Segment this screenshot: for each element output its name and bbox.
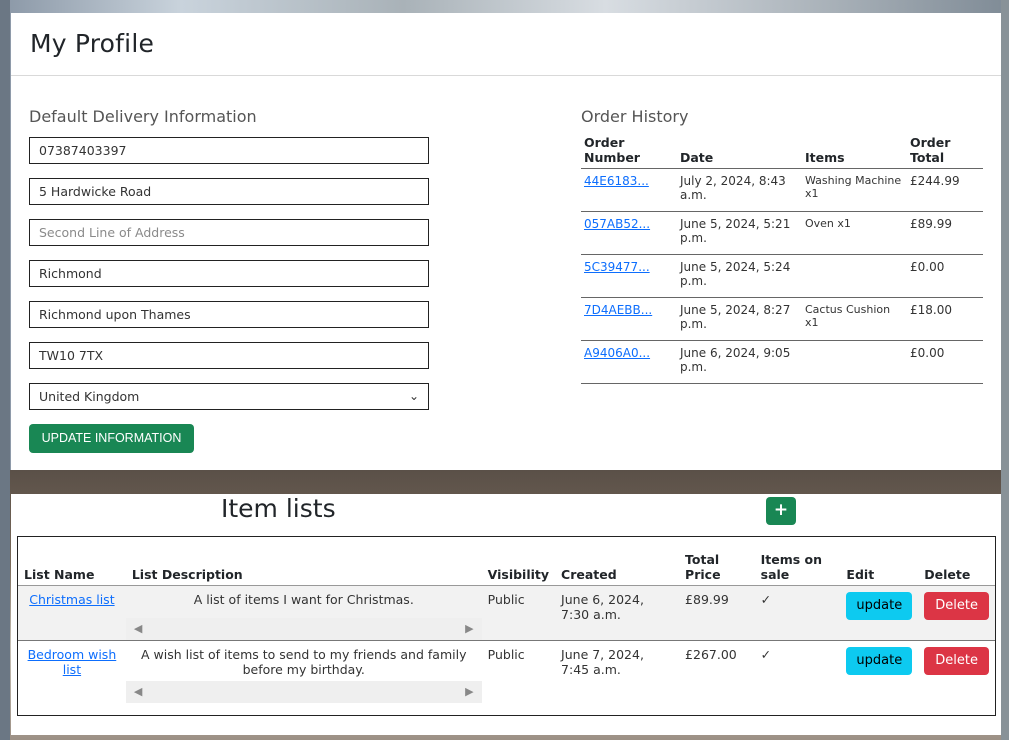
- col-total-price: Total Price: [679, 537, 755, 586]
- profile-panel: My Profile Default Delivery Information …: [11, 13, 1001, 470]
- order-number-link[interactable]: 7D4AEBB...: [584, 303, 652, 317]
- county-field[interactable]: Richmond upon Thames: [29, 301, 429, 328]
- delete-list-button[interactable]: Delete: [924, 647, 989, 675]
- add-list-button[interactable]: +: [766, 497, 796, 525]
- col-list-name: List Name: [18, 537, 126, 586]
- list-total-price: £267.00: [685, 647, 737, 662]
- horizontal-scrollbar[interactable]: ◀ ▶: [125, 681, 482, 703]
- order-row: 44E6183... July 2, 2024, 8:43 a.m. Washi…: [581, 168, 983, 212]
- list-created: June 6, 2024, 7:30 a.m.: [555, 585, 680, 641]
- order-total: £89.99: [907, 211, 983, 255]
- list-description-cell: A list of items I want for Christmas. ◀ …: [125, 585, 482, 641]
- table-row: Christmas list A list of items I want fo…: [18, 585, 995, 641]
- list-description: A wish list of items to send to my frien…: [141, 647, 467, 677]
- col-date: Date: [677, 132, 802, 169]
- col-edit: Edit: [840, 537, 919, 586]
- scroll-right-icon[interactable]: ▶: [465, 622, 473, 635]
- order-total: £18.00: [907, 297, 983, 341]
- order-number-link[interactable]: 44E6183...: [584, 174, 649, 188]
- order-date: June 5, 2024, 8:27 p.m.: [677, 297, 802, 341]
- items-on-sale-check-icon: ✓: [760, 647, 772, 662]
- order-items: Oven x1: [802, 211, 907, 255]
- delivery-heading: Default Delivery Information: [29, 107, 257, 126]
- list-description: A list of items I want for Christmas.: [193, 592, 414, 607]
- order-row: 7D4AEBB... June 5, 2024, 8:27 p.m. Cactu…: [581, 297, 983, 341]
- horizontal-scrollbar[interactable]: ◀ ▶: [125, 618, 482, 640]
- items-on-sale-check-icon: ✓: [754, 585, 841, 641]
- update-list-button[interactable]: update: [846, 592, 913, 620]
- list-visibility: Public: [481, 585, 556, 641]
- order-date: July 2, 2024, 8:43 a.m.: [677, 168, 802, 212]
- col-order-total: Order Total: [907, 132, 983, 169]
- order-date: June 5, 2024, 5:24 p.m.: [677, 254, 802, 298]
- order-items: [802, 254, 907, 298]
- plus-icon: +: [773, 500, 789, 520]
- list-description-cell: A wish list of items to send to my frien…: [125, 641, 482, 703]
- col-list-description: List Description: [125, 537, 482, 586]
- order-history-table: Order Number Date Items Order Total 44E6…: [581, 132, 983, 384]
- item-lists-panel: Item lists + List Name List Description …: [11, 494, 1001, 735]
- background-edge-right: [1001, 0, 1009, 740]
- phone-field[interactable]: 07387403397: [29, 137, 429, 164]
- update-list-button[interactable]: update: [846, 647, 913, 675]
- country-select-value: United Kingdom: [39, 389, 140, 404]
- order-items: Cactus Cushion x1: [802, 297, 907, 341]
- col-items: Items: [802, 132, 907, 169]
- scroll-left-icon[interactable]: ◀: [134, 685, 142, 698]
- order-number-link[interactable]: 5C39477...: [584, 260, 650, 274]
- item-lists-title: Item lists: [221, 494, 336, 523]
- item-lists-table-container: List Name List Description Visibility Cr…: [17, 536, 996, 716]
- order-number-link[interactable]: 057AB52...: [584, 217, 650, 231]
- order-date: June 5, 2024, 5:21 p.m.: [677, 211, 802, 255]
- col-delete: Delete: [918, 537, 995, 586]
- order-row: 5C39477... June 5, 2024, 5:24 p.m. £0.00: [581, 254, 983, 298]
- list-visibility: Public: [487, 647, 525, 662]
- col-visibility: Visibility: [481, 537, 556, 586]
- order-date: June 6, 2024, 9:05 p.m.: [677, 340, 802, 384]
- order-total: £244.99: [907, 168, 983, 212]
- order-row: 057AB52... June 5, 2024, 5:21 p.m. Oven …: [581, 211, 983, 255]
- order-total: £0.00: [907, 340, 983, 384]
- order-items: [802, 340, 907, 384]
- chevron-down-icon: ⌄: [408, 389, 419, 403]
- list-name-link[interactable]: Bedroom wish list: [28, 647, 117, 677]
- page-title: My Profile: [30, 29, 155, 58]
- address-line1-field[interactable]: 5 Hardwicke Road: [29, 178, 429, 205]
- item-lists-table: List Name List Description Visibility Cr…: [18, 537, 995, 703]
- order-row: A9406A0... June 6, 2024, 9:05 p.m. £0.00: [581, 340, 983, 384]
- table-row: Bedroom wish list A wish list of items t…: [18, 641, 995, 703]
- list-total-price: £89.99: [679, 585, 755, 641]
- background-edge-left: [0, 0, 10, 740]
- list-created: June 7, 2024, 7:45 a.m.: [561, 647, 644, 677]
- list-name-link[interactable]: Christmas list: [29, 592, 114, 607]
- scroll-right-icon[interactable]: ▶: [465, 685, 473, 698]
- lists-header-row: List Name List Description Visibility Cr…: [18, 537, 995, 586]
- title-divider: [11, 75, 1001, 76]
- country-select[interactable]: United Kingdom ⌄: [29, 383, 429, 410]
- order-total: £0.00: [907, 254, 983, 298]
- scroll-left-icon[interactable]: ◀: [134, 622, 142, 635]
- order-items: Washing Machine x1: [802, 168, 907, 212]
- order-header-row: Order Number Date Items Order Total: [581, 132, 983, 169]
- order-number-link[interactable]: A9406A0...: [584, 346, 650, 360]
- postcode-field[interactable]: TW10 7TX: [29, 342, 429, 369]
- col-created: Created: [555, 537, 680, 586]
- town-field[interactable]: Richmond: [29, 260, 429, 287]
- address-line2-field[interactable]: Second Line of Address: [29, 219, 429, 246]
- delete-list-button[interactable]: Delete: [924, 592, 989, 620]
- col-order-number: Order Number: [581, 132, 677, 169]
- update-information-button[interactable]: UPDATE INFORMATION: [29, 424, 194, 453]
- col-items-on-sale: Items on sale: [754, 537, 841, 586]
- order-history-heading: Order History: [581, 107, 689, 126]
